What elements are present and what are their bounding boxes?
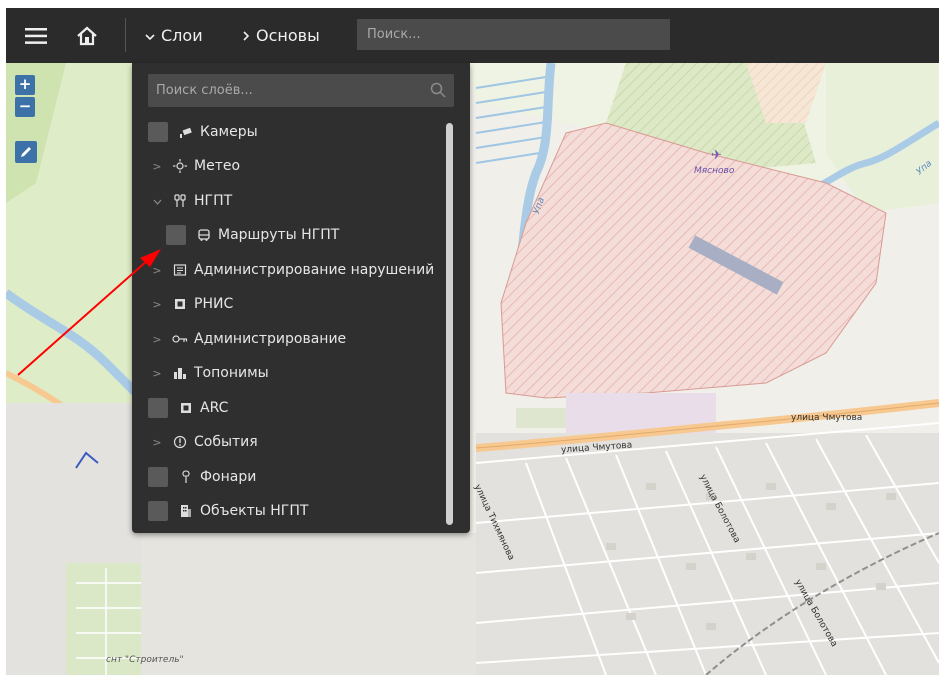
transit-icon — [172, 193, 188, 209]
search-icon — [430, 82, 446, 98]
layer-item-label: Метео — [194, 158, 241, 174]
menu-button[interactable] — [20, 8, 52, 63]
layer-list-scrollbar[interactable] — [446, 123, 453, 525]
layer-item-rnis[interactable]: > РНИС — [132, 287, 470, 321]
layer-checkbox[interactable] — [148, 467, 168, 487]
chevron-right-icon[interactable]: > — [152, 160, 162, 173]
nav-layers-label: Слои — [161, 26, 203, 45]
layer-item-streetlights[interactable]: Фонари — [132, 460, 466, 494]
global-search-input[interactable] — [357, 19, 670, 50]
nav-basics[interactable]: Основы — [242, 8, 320, 63]
layer-item-admin[interactable]: > Администрирование — [132, 322, 470, 356]
map-label-myasnovo: Мясново — [694, 166, 735, 176]
home-button[interactable] — [72, 8, 102, 63]
map-label-snt: снт "Строитель" — [106, 655, 184, 665]
layer-item-ngpt-routes[interactable]: Маршруты НГПТ — [132, 218, 484, 252]
keys-icon — [172, 331, 188, 347]
chevron-right-icon[interactable]: > — [152, 264, 162, 277]
topbar-separator — [125, 18, 126, 52]
layers-panel: Камеры > Метео НГПТ — [132, 63, 470, 533]
layer-checkbox[interactable] — [148, 398, 168, 418]
hamburger-icon — [25, 27, 47, 44]
weather-icon — [172, 158, 188, 174]
layer-item-label: Топонимы — [194, 365, 269, 381]
layer-item-meteo[interactable]: > Метео — [132, 149, 470, 183]
chevron-right-icon[interactable]: > — [152, 367, 162, 380]
layer-item-toponyms[interactable]: > Топонимы — [132, 356, 470, 390]
camera-icon — [178, 124, 194, 140]
bus-icon — [196, 227, 212, 243]
layer-item-label: Фонари — [200, 469, 257, 485]
building-icon — [178, 503, 194, 519]
chevron-right-icon[interactable]: > — [152, 333, 162, 346]
rnis-icon — [172, 296, 188, 312]
zoom-control: + − — [15, 75, 35, 119]
layer-item-violations-admin[interactable]: > Администрирование нарушений — [132, 253, 470, 287]
streetlight-icon — [178, 469, 194, 485]
layer-item-label: Администрирование нарушений — [194, 262, 435, 278]
layer-item-arc[interactable]: ARC — [132, 391, 466, 425]
layer-item-ngpt[interactable]: НГПТ — [132, 184, 470, 218]
layer-checkbox[interactable] — [148, 501, 168, 521]
layer-item-ngpt-objects[interactable]: Объекты НГПТ — [132, 494, 466, 528]
draw-tool-button[interactable] — [15, 141, 37, 163]
event-icon — [172, 434, 188, 450]
top-bar: Слои Основы — [6, 8, 939, 63]
chevron-right-icon[interactable]: > — [152, 436, 162, 449]
nav-basics-label: Основы — [256, 26, 320, 45]
nav-layers[interactable]: Слои — [145, 8, 203, 63]
chevron-down-icon[interactable] — [152, 195, 162, 208]
layer-search-input[interactable] — [148, 74, 454, 107]
layer-item-label: События — [194, 434, 258, 450]
chevron-down-icon — [145, 26, 155, 45]
layer-item-label: НГПТ — [194, 193, 233, 209]
home-icon — [77, 26, 97, 45]
layer-item-label: Объекты НГПТ — [200, 503, 309, 519]
layer-item-label: РНИС — [194, 296, 234, 312]
arc-icon — [178, 400, 194, 416]
pencil-icon — [21, 147, 31, 157]
layer-checkbox[interactable] — [166, 225, 186, 245]
layer-item-label: Администрирование — [194, 331, 347, 347]
layer-item-label: ARC — [200, 400, 229, 416]
chevron-right-icon — [242, 26, 250, 45]
app-window: ✈ Мясново улица Чмутова улица Чмутова ул… — [6, 8, 939, 675]
layer-item-events[interactable]: > События — [132, 425, 470, 459]
map-label-chmutova-1: улица Чмутова — [791, 413, 863, 423]
city-icon — [172, 365, 188, 381]
layer-item-label: Маршруты НГПТ — [218, 227, 340, 243]
svg-text:✈: ✈ — [711, 148, 722, 163]
chevron-right-icon[interactable]: > — [152, 298, 162, 311]
zoom-out-button[interactable]: − — [15, 97, 35, 117]
layer-item-label: Камеры — [200, 124, 258, 140]
violations-icon — [172, 262, 188, 278]
layer-item-cameras[interactable]: Камеры — [132, 115, 466, 149]
layer-checkbox[interactable] — [148, 122, 168, 142]
zoom-in-button[interactable]: + — [15, 75, 35, 95]
